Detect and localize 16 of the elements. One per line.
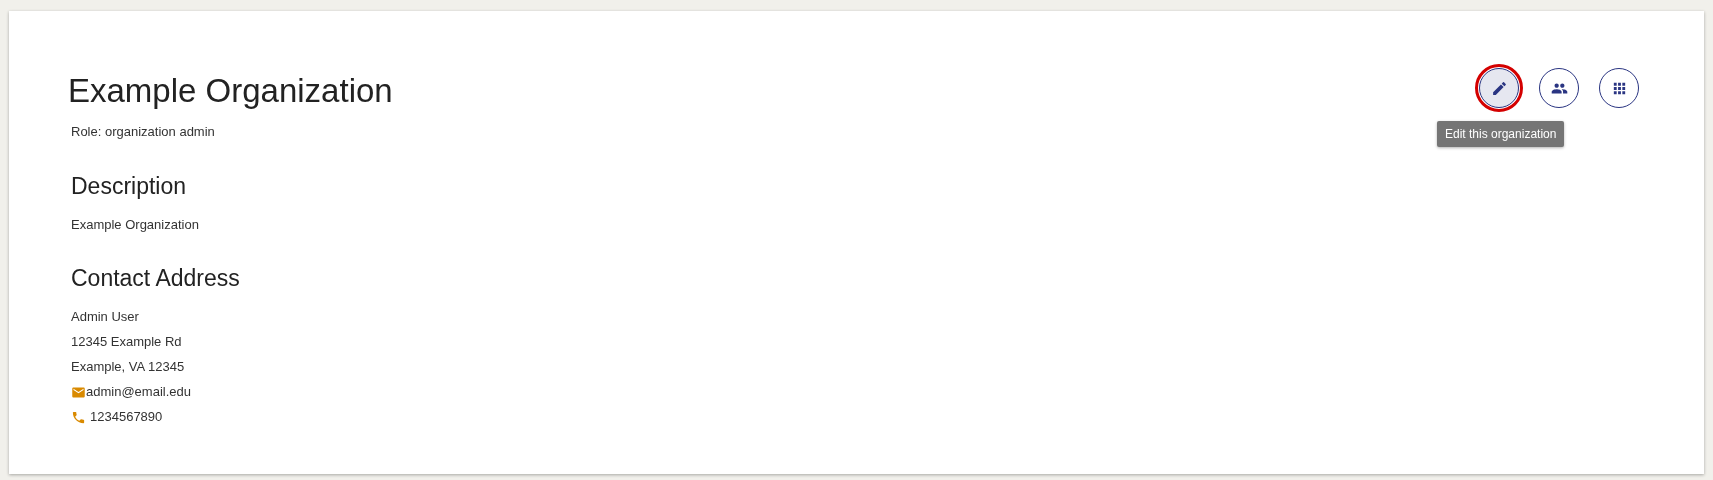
pencil-icon [1490,79,1508,97]
address-line: Example Organization [71,217,199,233]
email-text: admin@email.edu [86,384,191,400]
icon-button[interactable] [1479,68,1519,108]
icon-button[interactable] [1599,68,1639,108]
phone-icon [71,409,86,425]
role-text: Role: organization admin [71,123,215,141]
phone-number: 1234567890 [90,409,163,425]
organization-title: Example Organization [68,71,393,111]
icon-button[interactable] [1539,68,1579,108]
section-heading: Description [71,172,187,201]
address-line: Example, VA 12345 [71,359,185,375]
tooltip: Edit this organization [1437,121,1565,147]
section-heading: Contact Address [71,264,240,293]
address-line: 12345 Example Rd [71,334,182,350]
address-line: Admin User [71,309,139,325]
